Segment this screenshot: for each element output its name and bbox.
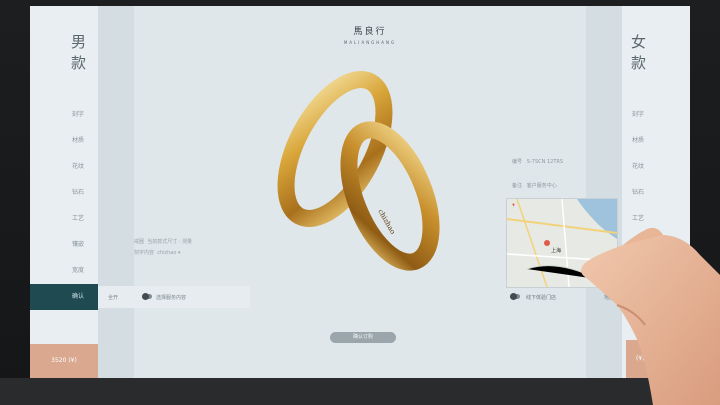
service-toggle[interactable]: [142, 293, 152, 300]
left-panel: 男款 刻字 材质 花纹 钻石 工艺 镶嵌 宽度 确认 3520 (¥): [30, 6, 98, 378]
left-menu: 刻字 材质 花纹 钻石 工艺 镶嵌 宽度 确认: [30, 102, 98, 310]
toggle-label: 全开: [108, 295, 119, 301]
male-style-title: 男款: [69, 34, 87, 76]
brand-name-en: MALIANGHANG: [343, 40, 397, 45]
left-subpanel: [98, 6, 134, 378]
pointing-hand-photo: [581, 227, 720, 405]
left-menu-item[interactable]: 镶嵌: [30, 232, 98, 258]
info-row: 编号 S-7SCN 12TRS: [512, 158, 592, 182]
option-value: chizhao: [157, 250, 177, 256]
left-menu-item[interactable]: 材质: [30, 128, 98, 154]
info-value: 客户服务中心: [526, 183, 557, 189]
info-label: 备注: [512, 183, 523, 189]
option-value: 当前款式尺寸 · 测量: [147, 239, 192, 245]
option-label: 刻字内容: [134, 250, 155, 256]
right-menu: 刻字 材质 花纹 钻石 工艺: [622, 102, 652, 232]
toggle-label: 线下体验门店: [526, 295, 557, 301]
brand-logo: 馬良行 MALIANGHANG: [330, 24, 410, 45]
toggle-option-text: 选择服务内容: [156, 295, 187, 301]
left-menu-item[interactable]: 确认: [30, 284, 98, 310]
male-price-button[interactable]: 3520 (¥): [30, 344, 98, 378]
left-menu-item[interactable]: 钻石: [30, 180, 98, 206]
chevron-down-icon: ▾: [178, 250, 181, 256]
right-menu-item[interactable]: 花纹: [622, 154, 652, 180]
map-city-label: 上海: [551, 248, 562, 254]
info-label: 编号: [512, 159, 523, 165]
wedding-rings-image: chizhao: [277, 71, 440, 271]
confirm-order-button[interactable]: 确认订购: [330, 332, 396, 343]
left-menu-item[interactable]: 宽度: [30, 258, 98, 284]
left-service-row: 全开 选择服务内容: [98, 286, 250, 308]
info-value: S-7SCN 12TRS: [526, 159, 564, 165]
option-label: 戒圈: [134, 239, 145, 245]
option-engraving[interactable]: 刻字内容 chizhao ▾: [134, 249, 250, 260]
right-menu-item[interactable]: 刻字: [622, 102, 652, 128]
option-ring-size[interactable]: 戒圈 当前款式尺寸 · 测量: [134, 238, 250, 249]
store-toggle[interactable]: [510, 293, 520, 300]
map-pin-icon: 📍: [511, 203, 516, 208]
female-style-title: 女款: [629, 34, 647, 76]
left-options: 戒圈 当前款式尺寸 · 测量 刻字内容 chizhao ▾: [134, 238, 250, 260]
brand-name-cn: 馬良行: [353, 27, 387, 37]
left-menu-item[interactable]: 工艺: [30, 206, 98, 232]
right-menu-item[interactable]: 钻石: [622, 180, 652, 206]
right-menu-item[interactable]: 材质: [622, 128, 652, 154]
left-menu-item[interactable]: 刻字: [30, 102, 98, 128]
left-menu-item[interactable]: 花纹: [30, 154, 98, 180]
